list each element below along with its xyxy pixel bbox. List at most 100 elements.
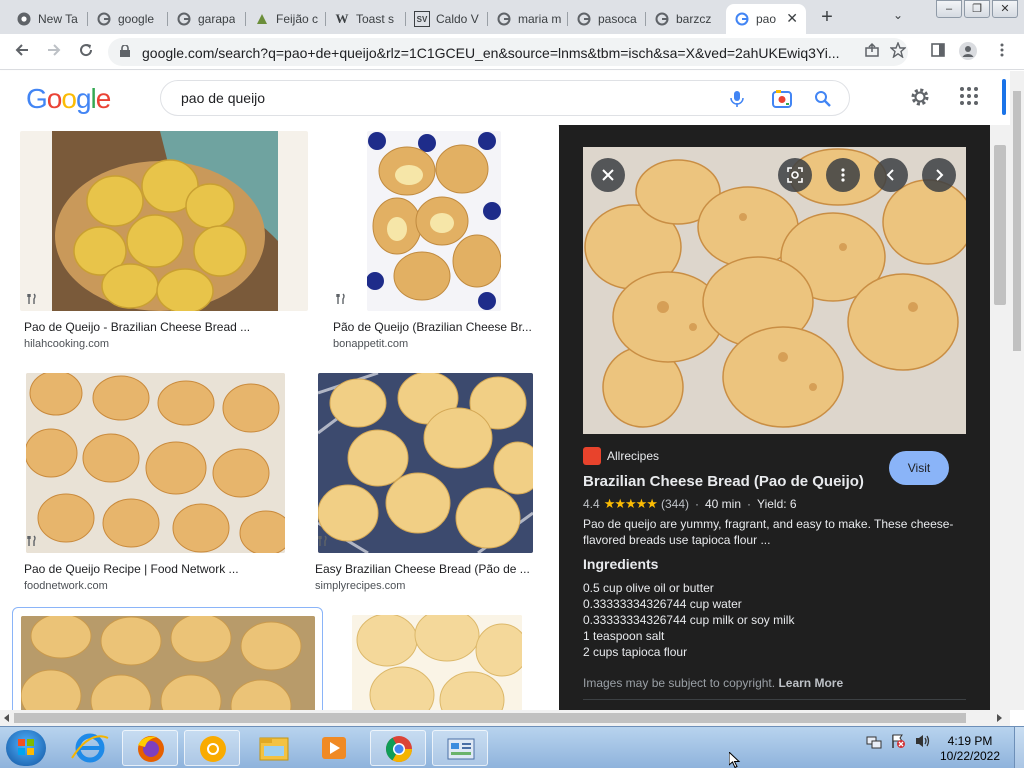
horizontal-scrollbar[interactable]: [0, 710, 1010, 726]
internet-explorer-icon[interactable]: [62, 730, 118, 766]
result-image[interactable]: [318, 373, 533, 553]
tab-pao-active[interactable]: pao ✕: [726, 4, 806, 34]
bookmark-star-icon[interactable]: [888, 41, 908, 62]
maximize-button[interactable]: ❐: [964, 0, 990, 18]
tab-toast[interactable]: W Toast s: [326, 4, 406, 34]
preview-description: Pao de queijo are yummy, fragrant, and e…: [583, 517, 954, 547]
google-icon: [654, 11, 670, 27]
result-image[interactable]: [367, 131, 501, 311]
result-title[interactable]: Pão de Queijo (Brazilian Cheese Br...: [333, 320, 539, 334]
tab-maria[interactable]: maria m: [488, 4, 568, 34]
taskbar-clock[interactable]: 4:19 PM 10/22/2022: [930, 734, 1010, 764]
search-input[interactable]: pao de queijo: [160, 80, 850, 116]
file-explorer-icon[interactable]: [246, 730, 302, 766]
scroll-left-icon[interactable]: [3, 714, 11, 722]
result-image[interactable]: [21, 616, 315, 710]
profile-avatar-icon[interactable]: [958, 42, 978, 62]
ingredient-item: 0.33333334326744 cup milk or soy milk: [583, 613, 795, 627]
more-menu-icon[interactable]: [992, 42, 1012, 62]
previous-image-icon[interactable]: [874, 158, 908, 192]
start-button-icon[interactable]: [6, 730, 46, 766]
result-image[interactable]: [26, 373, 285, 553]
tab-label: pasoca: [598, 12, 637, 26]
result-title[interactable]: Pao de Queijo Recipe | Food Network ...: [24, 562, 308, 576]
voice-search-icon[interactable]: [727, 89, 747, 109]
tab-pasoca[interactable]: pasoca: [568, 4, 646, 34]
tab-label: Toast s: [356, 12, 395, 26]
google-header: Google pao de queijo: [0, 71, 1010, 125]
panel-scrollbar[interactable]: [990, 125, 1010, 710]
network-icon[interactable]: [866, 733, 882, 752]
more-options-icon[interactable]: [826, 158, 860, 192]
close-tab-icon[interactable]: ✕: [786, 10, 798, 27]
result-card[interactable]: Pão de Queijo (Brazilian Cheese Br... bo…: [329, 131, 539, 353]
tab-search-icon[interactable]: ⌄: [893, 8, 903, 22]
control-panel-icon[interactable]: [432, 730, 488, 766]
show-desktop-button[interactable]: [1014, 727, 1024, 768]
page-scrollbar[interactable]: [1010, 71, 1024, 710]
firefox-icon[interactable]: [122, 730, 178, 766]
ingredients-list: 0.5 cup olive oil or butter 0.3333333432…: [583, 580, 794, 660]
google-icon: [734, 11, 750, 27]
chrome-canary-icon[interactable]: [184, 730, 240, 766]
tab-garapa[interactable]: garapa: [168, 4, 246, 34]
result-card[interactable]: Easy Brazilian Cheese Bread (Pão de ... …: [311, 373, 539, 595]
mouse-cursor-icon: [728, 750, 741, 768]
minimize-button[interactable]: –: [936, 0, 962, 18]
google-logo[interactable]: Google: [26, 81, 116, 122]
address-bar[interactable]: google.com/search?q=pao+de+queijo&rlz=1C…: [108, 38, 908, 66]
reload-icon[interactable]: [74, 40, 98, 64]
search-icon[interactable]: [813, 89, 833, 109]
tab-label: barzcz: [676, 12, 712, 26]
lens-search-icon[interactable]: [771, 89, 792, 109]
action-center-flag-icon[interactable]: [890, 733, 906, 752]
preview-title[interactable]: Brazilian Cheese Bread (Pao de Queijo): [583, 473, 864, 490]
tab-caldo[interactable]: SV Caldo V: [406, 4, 488, 34]
result-image[interactable]: [352, 615, 522, 710]
tab-label: maria m: [518, 12, 562, 26]
separator-dot: ·: [694, 497, 699, 511]
review-count: (344): [660, 497, 689, 511]
back-icon[interactable]: [10, 40, 34, 64]
new-tab-button[interactable]: +: [815, 6, 839, 30]
result-source: simplyrecipes.com: [315, 580, 406, 592]
tab-google[interactable]: google: [88, 4, 168, 34]
close-window-button[interactable]: ✕: [992, 0, 1018, 18]
result-card[interactable]: Pao de Queijo - Brazilian Cheese Bread .…: [20, 131, 308, 353]
settings-gear-icon[interactable]: [908, 85, 932, 109]
media-player-icon[interactable]: [306, 730, 362, 766]
chrome-taskbar-icon[interactable]: [370, 730, 426, 766]
result-image[interactable]: [20, 131, 308, 311]
learn-more-link[interactable]: Learn More: [778, 676, 843, 690]
share-icon[interactable]: [862, 42, 882, 62]
result-card[interactable]: [352, 615, 522, 710]
tab-new-tab[interactable]: New Ta: [8, 4, 88, 34]
preview-source-name: Allrecipes: [607, 449, 660, 463]
search-query: pao de queijo: [181, 90, 266, 106]
tab-barzcz[interactable]: barzcz: [646, 4, 724, 34]
forward-icon[interactable]: [42, 40, 66, 64]
google-icon: [576, 11, 592, 27]
lens-icon[interactable]: [778, 158, 812, 192]
close-preview-icon[interactable]: [591, 158, 625, 192]
preview-image[interactable]: [583, 147, 966, 434]
apps-grid-icon[interactable]: [958, 85, 982, 109]
visit-button[interactable]: Visit: [889, 451, 949, 485]
result-title[interactable]: Easy Brazilian Cheese Bread (Pão de ...: [315, 562, 537, 576]
result-card-selected[interactable]: [12, 607, 323, 710]
sv-icon: SV: [414, 11, 430, 27]
preview-source[interactable]: Allrecipes: [583, 447, 659, 465]
side-panel-icon[interactable]: [928, 42, 948, 62]
result-card[interactable]: Pao de Queijo Recipe | Food Network ... …: [20, 373, 308, 595]
copyright-text: Images may be subject to copyright.: [583, 676, 776, 690]
next-image-icon[interactable]: [922, 158, 956, 192]
page-scrollbar-thumb[interactable]: [1013, 91, 1021, 351]
panel-scrollbar-thumb[interactable]: [994, 145, 1006, 305]
scroll-right-icon[interactable]: [995, 714, 1003, 722]
result-title[interactable]: Pao de Queijo - Brazilian Cheese Bread .…: [24, 320, 308, 334]
screen: New Ta google garapa Feijão c W Toast s …: [0, 0, 1024, 768]
tab-label: garapa: [198, 12, 236, 26]
horizontal-scrollbar-thumb[interactable]: [14, 713, 966, 723]
tab-feijao[interactable]: Feijão c: [246, 4, 326, 34]
lock-icon: [120, 44, 130, 57]
